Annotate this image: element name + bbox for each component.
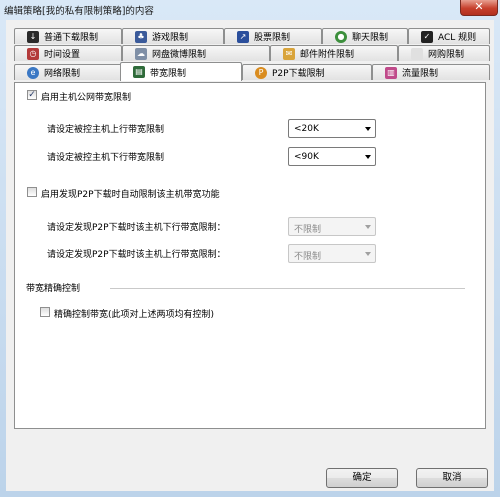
p2p-auto-limit-checkbox[interactable] [27,187,37,197]
precise-control-checkbox[interactable] [40,307,50,317]
enable-bandwidth-checkbox[interactable]: ✓ [27,90,37,100]
precise-section-title: 带宽精确控制 [26,284,81,294]
chevron-down-icon [365,225,371,229]
tab-label: 网络限制 [44,69,81,79]
network-icon: e [27,66,39,79]
chevron-down-icon [365,127,371,131]
tab-label: 时间设置 [44,50,81,60]
p2p-download-limit-select[interactable]: 不限制 [288,217,376,236]
p2p-auto-limit-label: 启用发现P2P下载时自动限制该主机带宽功能 [41,190,220,200]
p2p-download-limit-label: 请设定发现P2P下载时该主机下行带宽限制： [47,223,226,233]
tab-label: 聊天限制 [352,33,389,43]
tab-traffic[interactable]: ▥ 流量限制 [372,64,490,80]
p2p-upload-limit-select[interactable]: 不限制 [288,244,376,263]
tab-label: P2P下载限制 [272,69,325,79]
tab-chat[interactable]: ● 聊天限制 [322,28,408,44]
tab-label: 带宽限制 [150,68,187,79]
tab-game[interactable]: ♣ 游戏限制 [122,28,224,44]
section-divider [110,288,465,289]
traffic-icon: ▥ [385,66,397,79]
bandwidth-panel: ✓ 启用主机公网带宽限制 请设定被控主机上行带宽限制 <20K 请设定被控主机下… [14,82,486,429]
title-bar: 编辑策略[我的私有限制策略]的内容 ✕ [0,0,500,18]
game-icon: ♣ [135,30,147,43]
tab-time-settings[interactable]: ◷ 时间设置 [14,45,122,61]
tab-p2p-download[interactable]: P P2P下载限制 [242,64,372,80]
chat-icon: ● [335,30,347,43]
upload-limit-value: <20K [294,124,319,134]
upload-limit-label: 请设定被控主机上行带宽限制 [47,125,165,135]
ok-button[interactable]: 确定 [326,468,398,488]
tab-label: 游戏限制 [152,33,189,43]
tab-mail-attachment[interactable]: ✉ 邮件附件限制 [270,45,398,61]
cancel-button[interactable]: 取消 [416,468,488,488]
acl-icon: ✓ [421,30,433,43]
chevron-down-icon [365,252,371,256]
enable-bandwidth-label: 启用主机公网带宽限制 [41,93,132,103]
tab-stock[interactable]: ↗ 股票限制 [224,28,322,44]
tab-label: 网盘微博限制 [152,50,207,60]
tab-cloud-weibo[interactable]: ☁ 网盘微博限制 [122,45,270,61]
tab-label: ACL 规则 [438,33,477,43]
p2p-upload-limit-value: 不限制 [294,252,322,262]
window-title: 编辑策略[我的私有限制策略]的内容 [4,6,154,17]
tab-label: 流量限制 [402,69,439,79]
stock-icon: ↗ [237,30,249,43]
cloud-drive-icon: ☁ [135,47,147,60]
tab-label: 网购限制 [428,50,465,60]
download-limit-value: <90K [294,152,319,162]
tab-network[interactable]: e 网络限制 [14,64,122,80]
chevron-down-icon [365,155,371,159]
download-limit-select[interactable]: <90K [288,147,376,166]
tab-online-shopping[interactable]: 网购限制 [398,45,490,61]
clock-icon: ◷ [27,47,39,60]
p2p-download-limit-value: 不限制 [294,225,322,235]
tab-acl[interactable]: ✓ ACL 规则 [408,28,490,44]
p2p-icon: P [255,66,267,79]
tab-label: 邮件附件限制 [300,50,355,60]
tab-normal-download[interactable]: ↓ 普通下载限制 [14,28,122,44]
tab-label: 普通下载限制 [44,33,99,43]
dialog-window: 编辑策略[我的私有限制策略]的内容 ✕ ↓ 普通下载限制 ♣ 游戏限制 ↗ 股票… [0,0,500,497]
p2p-upload-limit-label: 请设定发现P2P下载时该主机上行带宽限制： [47,250,226,260]
bandwidth-icon: ▤ [133,66,145,78]
upload-limit-select[interactable]: <20K [288,119,376,138]
shopping-icon [411,47,423,60]
download-limit-label: 请设定被控主机下行带宽限制 [47,153,165,163]
tab-label: 股票限制 [254,33,291,43]
precise-control-label: 精确控制带宽(此项对上述两项均有控制) [54,310,215,320]
close-button[interactable]: ✕ [460,0,498,16]
mail-icon: ✉ [283,47,295,60]
download-icon: ↓ [27,30,39,43]
tab-bandwidth[interactable]: ▤ 带宽限制 [120,62,242,81]
